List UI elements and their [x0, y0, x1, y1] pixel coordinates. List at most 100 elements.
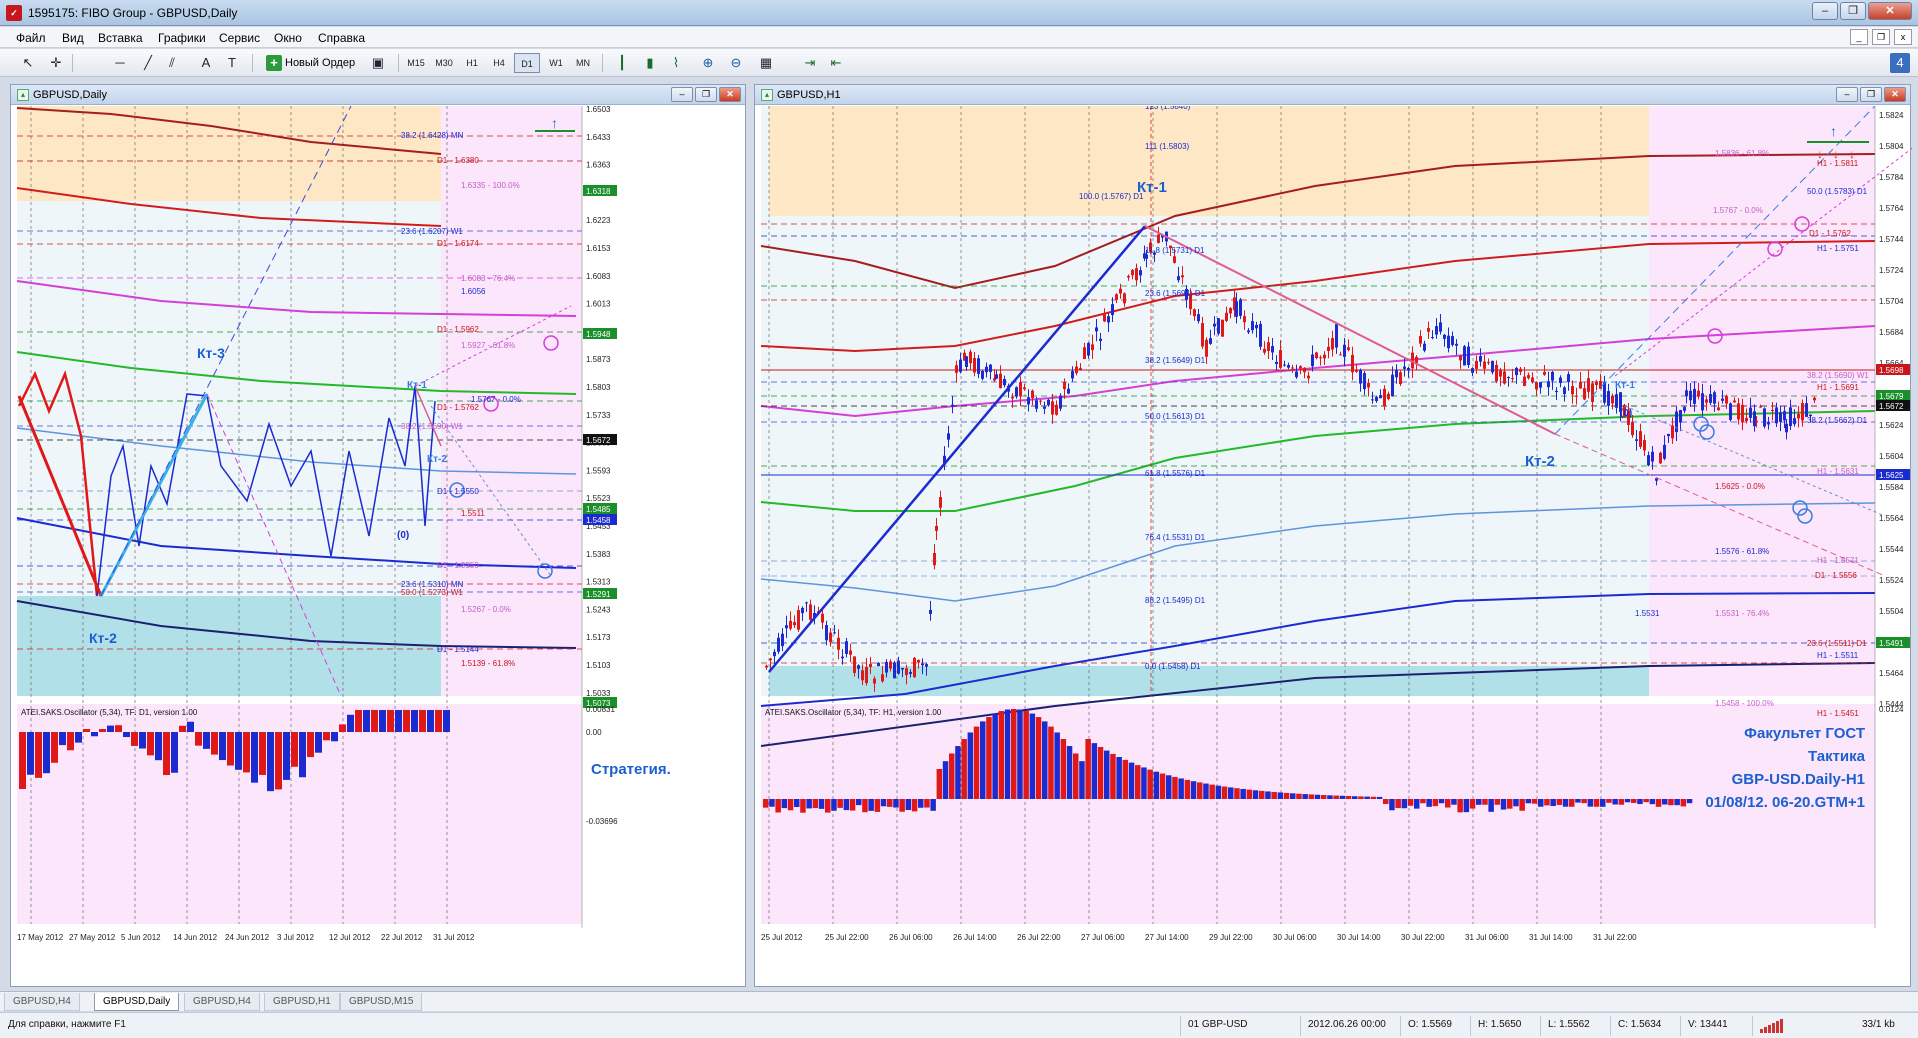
terminal-icon[interactable]: ▣ [368, 53, 388, 73]
chart-canvas[interactable]: ↑ 38.2 (1.6428) MN D1 - 1.6380 1.6335 - 100… [11, 106, 747, 987]
oscillator-bar [59, 732, 66, 746]
label-icon[interactable]: T [222, 53, 242, 73]
oscillator-bar [1463, 799, 1470, 813]
candle-body [1455, 343, 1458, 346]
bar-chart-icon[interactable]: ┃ [612, 53, 632, 73]
profile-name[interactable]: 01 GBP-USD [1188, 1019, 1247, 1030]
candle-body [1023, 387, 1026, 390]
new-order-button[interactable]: + Новый Ордер [262, 53, 362, 73]
menu-tools[interactable]: Сервис [219, 31, 260, 45]
chart-restore-button[interactable]: ❐ [695, 87, 717, 102]
oscillator-bar [1500, 799, 1507, 810]
hline-icon[interactable]: ─ [110, 53, 130, 73]
tab-gbpusd-daily[interactable]: GBPUSD,Daily [94, 993, 180, 1011]
zoom-in-icon[interactable]: ⊕ [698, 53, 718, 73]
oscillator-bar [893, 799, 899, 808]
period-mn[interactable]: MN [570, 53, 596, 73]
oscillator-bar [1023, 711, 1029, 799]
price-tag-label: 1.5625 [1879, 471, 1904, 480]
tile-windows-icon[interactable]: ▦ [756, 53, 776, 73]
oscillator-bar [1122, 759, 1129, 799]
oscillator-bar [1333, 795, 1339, 799]
line-chart-icon[interactable]: ⌇ [666, 53, 686, 73]
menu-insert[interactable]: Вставка [98, 31, 143, 45]
oscillator-bar [800, 799, 806, 813]
text-icon[interactable]: A [196, 53, 216, 73]
candle-body [1119, 288, 1122, 294]
chart-close-button[interactable]: ✕ [719, 87, 741, 102]
candle-body [1459, 355, 1462, 361]
close-button[interactable]: ✕ [1868, 2, 1912, 20]
trendline-icon[interactable]: ╱ [138, 53, 158, 73]
menu-window[interactable]: Окно [274, 31, 302, 45]
chart-close-button[interactable]: ✕ [1884, 87, 1906, 102]
candle-body [1527, 375, 1530, 379]
menu-help[interactable]: Справка [318, 31, 365, 45]
menu-view[interactable]: Вид [62, 31, 84, 45]
candle-body [1767, 421, 1770, 425]
autoscroll-icon[interactable]: ⇥ [800, 53, 820, 73]
oscillator-bar [299, 732, 306, 778]
period-d1[interactable]: D1 [514, 53, 540, 73]
oscillator-bar [275, 732, 282, 790]
date-axis-label: 30 Jul 06:00 [1273, 933, 1317, 942]
level-label: D1 - 1.6174 [437, 239, 479, 248]
mdi-restore-button[interactable]: ❐ [1872, 29, 1890, 45]
period-h1[interactable]: H1 [459, 53, 485, 73]
candle-body [809, 604, 812, 620]
oscillator-bar [1190, 781, 1197, 799]
crosshair-icon[interactable]: ✛ [46, 53, 66, 73]
oscillator-bar [43, 732, 50, 774]
panel-icon[interactable]: 4 [1890, 53, 1910, 73]
candle-body [1729, 403, 1732, 420]
candle-body [1563, 387, 1566, 394]
candle-body [989, 364, 992, 372]
price-scale-label: 1.5313 [586, 578, 611, 587]
oscillator-bar [1513, 799, 1519, 807]
candle-body [833, 632, 836, 634]
candle-chart-icon[interactable]: ▮ [640, 53, 660, 73]
oscillator-bar [355, 710, 362, 732]
price-scale-label: 1.5173 [586, 633, 611, 642]
date-axis-label: 17 May 2012 [17, 933, 64, 942]
period-h4[interactable]: H4 [486, 53, 512, 73]
tab-gbpusd-h4[interactable]: GBPUSD,H4 [4, 993, 80, 1011]
chart-minimize-button[interactable]: – [671, 87, 693, 102]
channel-icon[interactable]: ⫽ [162, 53, 182, 73]
level-label: H1 - 1.5451 [1817, 709, 1859, 718]
candle-body [1275, 361, 1278, 365]
candle-body [1753, 411, 1756, 427]
tab-gbpusd-h1[interactable]: GBPUSD,H1 [264, 993, 340, 1011]
chart-minimize-button[interactable]: – [1836, 87, 1858, 102]
maximize-button[interactable]: ❐ [1840, 2, 1866, 20]
mdi-minimize-button[interactable]: _ [1850, 29, 1868, 45]
chart-canvas[interactable]: ↑↓ ↓ ↓123 (1.5840)111 (1.5803)100.0 (1.576… [755, 106, 1912, 987]
candle-body [1639, 431, 1642, 447]
candle-body [995, 374, 998, 379]
oscillator-bar [195, 732, 202, 746]
chart-shift-icon[interactable]: ⇤ [826, 53, 846, 73]
candle-body [1539, 382, 1542, 388]
tab-gbpusd-m15[interactable]: GBPUSD,M15 [340, 993, 423, 1011]
oscillator-bar [1259, 790, 1265, 799]
candle-body [951, 404, 954, 407]
chart-restore-button[interactable]: ❐ [1860, 87, 1882, 102]
candle-body [769, 658, 772, 661]
candle-body [1083, 347, 1086, 360]
date-axis-label: 31 Jul 22:00 [1593, 933, 1637, 942]
tab-gbpusd-h4-2[interactable]: GBPUSD,H4 [184, 993, 260, 1011]
menu-charts[interactable]: Графики [158, 31, 206, 45]
zoom-out-icon[interactable]: ⊖ [726, 53, 746, 73]
cursor-icon[interactable]: ↖ [18, 53, 38, 73]
mdi-close-button[interactable]: x [1894, 29, 1912, 45]
period-m30[interactable]: M30 [431, 53, 457, 73]
period-m15[interactable]: M15 [403, 53, 429, 73]
minimize-button[interactable]: – [1812, 2, 1838, 20]
price-scale-label: 1.6433 [586, 133, 611, 142]
price-scale-label: 1.5803 [586, 383, 611, 392]
candle-body [865, 667, 868, 684]
candle-body [1181, 275, 1184, 278]
period-w1[interactable]: W1 [543, 53, 569, 73]
menu-file[interactable]: Файл [16, 31, 46, 45]
wave-label: Кт-2 [1525, 453, 1555, 470]
